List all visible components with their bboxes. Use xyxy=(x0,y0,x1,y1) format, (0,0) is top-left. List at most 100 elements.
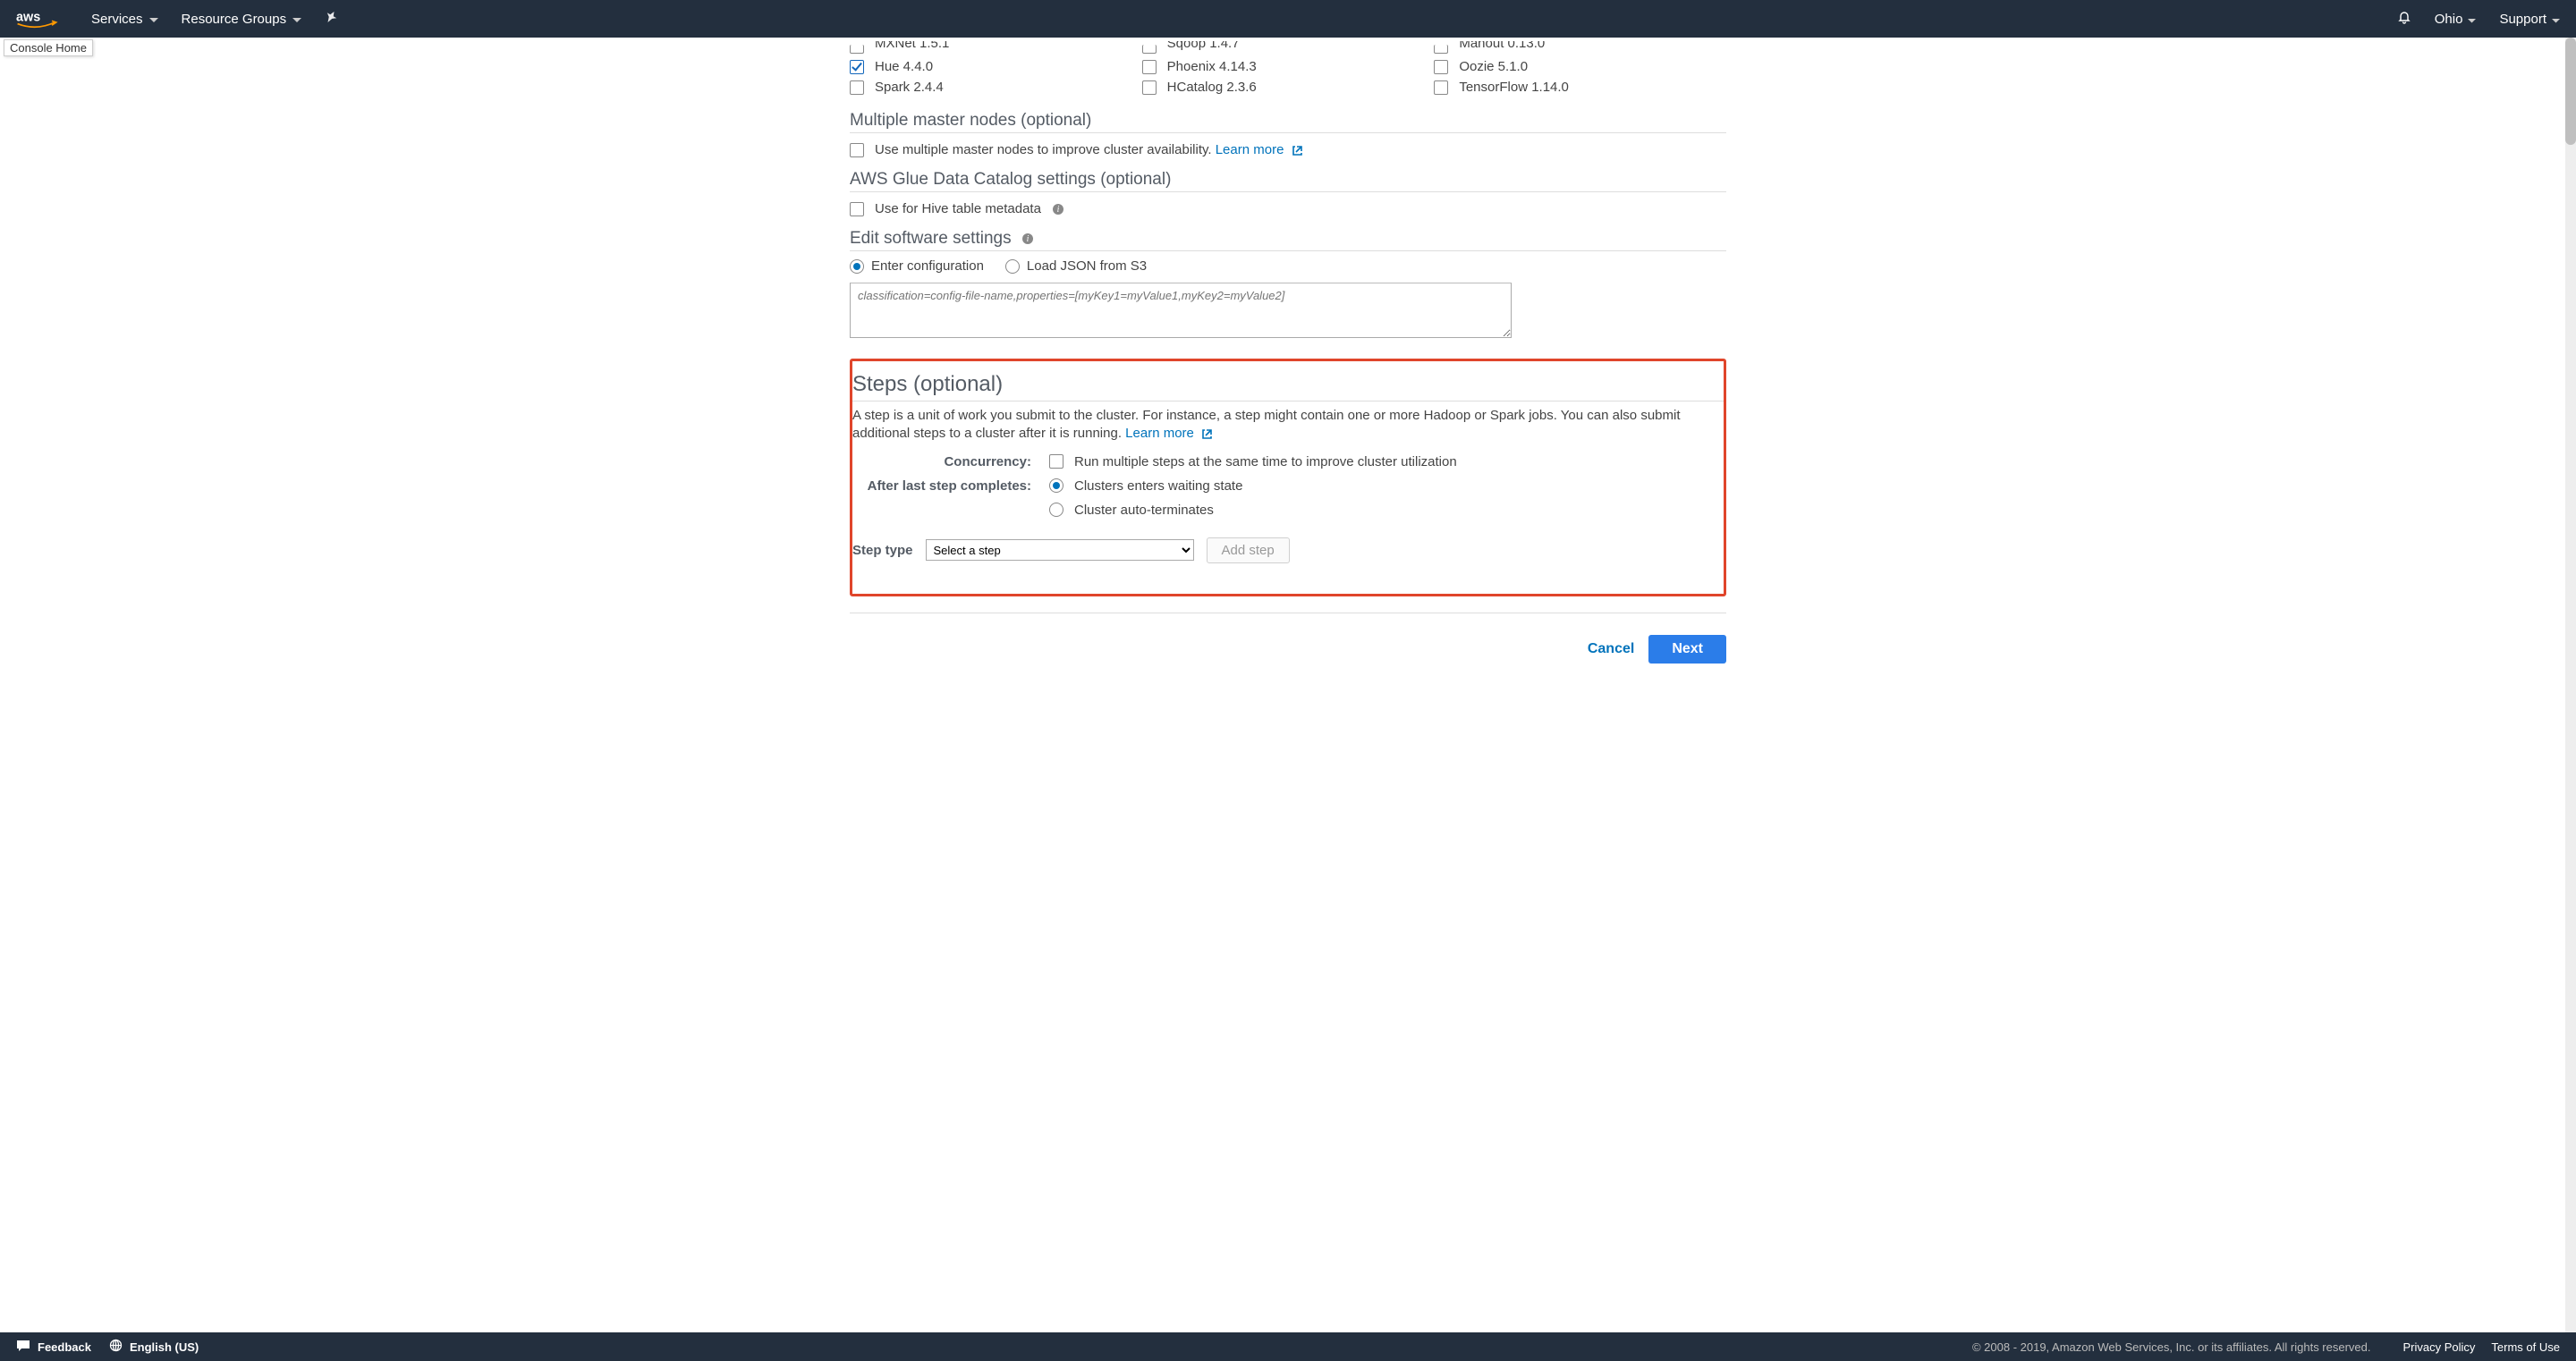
sw-checkbox[interactable] xyxy=(1142,60,1157,74)
scrollbar-thumb[interactable] xyxy=(2565,38,2576,145)
feedback-link[interactable]: Feedback xyxy=(16,1340,91,1355)
step-type-label: Step type xyxy=(852,543,913,558)
footer: Feedback English (US) © 2008 - 2019, Ama… xyxy=(0,1332,2576,1361)
multi-master-row: Use multiple master nodes to improve clu… xyxy=(850,133,1726,165)
terms-link[interactable]: Terms of Use xyxy=(2491,1340,2560,1354)
sw-checkbox[interactable] xyxy=(1142,80,1157,95)
radio-input[interactable] xyxy=(850,259,864,274)
caret-down-icon xyxy=(292,12,301,27)
external-link-icon xyxy=(1292,142,1303,157)
globe-icon xyxy=(109,1339,123,1355)
radio-input[interactable] xyxy=(1005,259,1020,274)
sw-item-sqoop[interactable]: Sqoop 1.4.7 xyxy=(1142,41,1435,54)
nav-support-label: Support xyxy=(2499,12,2546,27)
after-last-opt1: Clusters enters waiting state xyxy=(1074,478,1242,494)
page-wrap: MXNet 1.5.1 Sqoop 1.4.7 Mahout 0.13.0 Hu… xyxy=(0,38,2576,1332)
sw-label: Sqoop 1.4.7 xyxy=(1167,41,1240,51)
svg-text:i: i xyxy=(1026,234,1029,244)
steps-title: Steps (optional) xyxy=(852,372,1724,402)
external-link-icon xyxy=(1201,426,1213,441)
sw-item-hue[interactable]: Hue 4.4.0 xyxy=(850,59,1142,74)
nav-region[interactable]: Ohio xyxy=(2435,12,2477,27)
after-last-radio-waiting[interactable] xyxy=(1049,478,1063,493)
multi-master-checkbox[interactable] xyxy=(850,143,864,157)
speech-bubble-icon xyxy=(16,1340,30,1355)
after-last-label: After last step completes: xyxy=(852,478,1049,494)
scrollbar-rail[interactable] xyxy=(2565,38,2576,1332)
sw-checkbox[interactable] xyxy=(1142,45,1157,54)
sw-checkbox[interactable] xyxy=(850,60,864,74)
copyright-text: © 2008 - 2019, Amazon Web Services, Inc.… xyxy=(1972,1340,2371,1354)
pin-icon[interactable] xyxy=(325,11,337,27)
radio-load-label: Load JSON from S3 xyxy=(1027,258,1147,274)
svg-text:i: i xyxy=(1057,205,1060,215)
radio-enter-label: Enter configuration xyxy=(871,258,984,274)
steps-desc-text: A step is a unit of work you submit to t… xyxy=(852,408,1681,441)
sw-label: TensorFlow 1.14.0 xyxy=(1459,80,1569,95)
sw-checkbox[interactable] xyxy=(850,45,864,54)
bell-icon[interactable] xyxy=(2397,10,2411,28)
next-button[interactable]: Next xyxy=(1648,635,1726,664)
step-type-select[interactable]: Select a step xyxy=(926,539,1194,561)
sw-item-phoenix[interactable]: Phoenix 4.14.3 xyxy=(1142,59,1435,74)
after-last-radio-terminate[interactable] xyxy=(1049,503,1063,517)
section-multi-master-title: Multiple master nodes (optional) xyxy=(850,111,1726,133)
sw-label: Hue 4.4.0 xyxy=(875,59,933,74)
caret-down-icon xyxy=(149,12,158,27)
concurrency-checkbox[interactable] xyxy=(1049,454,1063,469)
after-last-opt2: Cluster auto-terminates xyxy=(1074,503,1214,518)
sw-item-spark[interactable]: Spark 2.4.4 xyxy=(850,80,1142,95)
sw-item-hcatalog[interactable]: HCatalog 2.3.6 xyxy=(1142,80,1435,95)
cancel-button[interactable]: Cancel xyxy=(1588,641,1634,657)
nav-services[interactable]: Services xyxy=(91,12,158,27)
privacy-link[interactable]: Privacy Policy xyxy=(2403,1340,2476,1354)
language-selector[interactable]: English (US) xyxy=(109,1339,199,1355)
glue-text: Use for Hive table metadata xyxy=(875,201,1041,216)
top-nav: aws Services Resource Groups Ohio xyxy=(0,0,2576,38)
edit-sw-radio-row: Enter configuration Load JSON from S3 xyxy=(850,251,1726,283)
multi-master-learn-more[interactable]: Learn more xyxy=(1216,142,1303,157)
after-last-row-2: Cluster auto-terminates xyxy=(852,503,1724,518)
concurrency-text: Run multiple steps at the same time to i… xyxy=(1074,454,1457,469)
sw-label: MXNet 1.5.1 xyxy=(875,41,949,51)
nav-services-label: Services xyxy=(91,12,143,27)
nav-region-label: Ohio xyxy=(2435,12,2463,27)
glue-row: Use for Hive table metadata i xyxy=(850,192,1726,224)
sw-label: Phoenix 4.14.3 xyxy=(1167,59,1257,74)
concurrency-label: Concurrency: xyxy=(852,454,1049,469)
section-edit-sw-title: Edit software settings i xyxy=(850,229,1726,251)
info-icon[interactable]: i xyxy=(1052,201,1064,216)
aws-logo[interactable]: aws xyxy=(16,9,66,29)
after-last-row-1: After last step completes: Clusters ente… xyxy=(852,478,1724,494)
sw-checkbox[interactable] xyxy=(1434,80,1448,95)
sw-label: Spark 2.4.4 xyxy=(875,80,944,95)
sw-item-mahout[interactable]: Mahout 0.13.0 xyxy=(1434,41,1726,54)
glue-checkbox[interactable] xyxy=(850,202,864,216)
sw-label: Mahout 0.13.0 xyxy=(1459,41,1545,51)
steps-section-highlight: Steps (optional) A step is a unit of wor… xyxy=(850,359,1726,596)
concurrency-row: Concurrency: Run multiple steps at the s… xyxy=(852,454,1724,469)
sw-item-mxnet[interactable]: MXNet 1.5.1 xyxy=(850,41,1142,54)
sw-checkbox[interactable] xyxy=(850,80,864,95)
sw-label: HCatalog 2.3.6 xyxy=(1167,80,1257,95)
config-textarea[interactable] xyxy=(850,283,1512,338)
edit-sw-title-label: Edit software settings xyxy=(850,229,1012,248)
nav-support[interactable]: Support xyxy=(2499,12,2560,27)
caret-down-icon xyxy=(2552,12,2560,27)
feedback-label: Feedback xyxy=(38,1340,91,1354)
radio-load-json[interactable]: Load JSON from S3 xyxy=(1005,258,1147,274)
steps-description: A step is a unit of work you submit to t… xyxy=(852,407,1724,444)
radio-enter-config[interactable]: Enter configuration xyxy=(850,258,984,274)
sw-item-tensorflow[interactable]: TensorFlow 1.14.0 xyxy=(1434,80,1726,95)
sw-item-oozie[interactable]: Oozie 5.1.0 xyxy=(1434,59,1726,74)
sw-checkbox[interactable] xyxy=(1434,45,1448,54)
nav-resource-groups[interactable]: Resource Groups xyxy=(182,12,302,27)
info-icon[interactable]: i xyxy=(1021,229,1034,248)
svg-text:aws: aws xyxy=(16,10,40,24)
step-type-row: Step type Select a step Add step xyxy=(852,537,1724,563)
add-step-button[interactable]: Add step xyxy=(1207,537,1290,563)
learn-more-label: Learn more xyxy=(1216,142,1284,157)
caret-down-icon xyxy=(2468,12,2476,27)
steps-learn-more[interactable]: Learn more xyxy=(1125,426,1213,441)
sw-checkbox[interactable] xyxy=(1434,60,1448,74)
